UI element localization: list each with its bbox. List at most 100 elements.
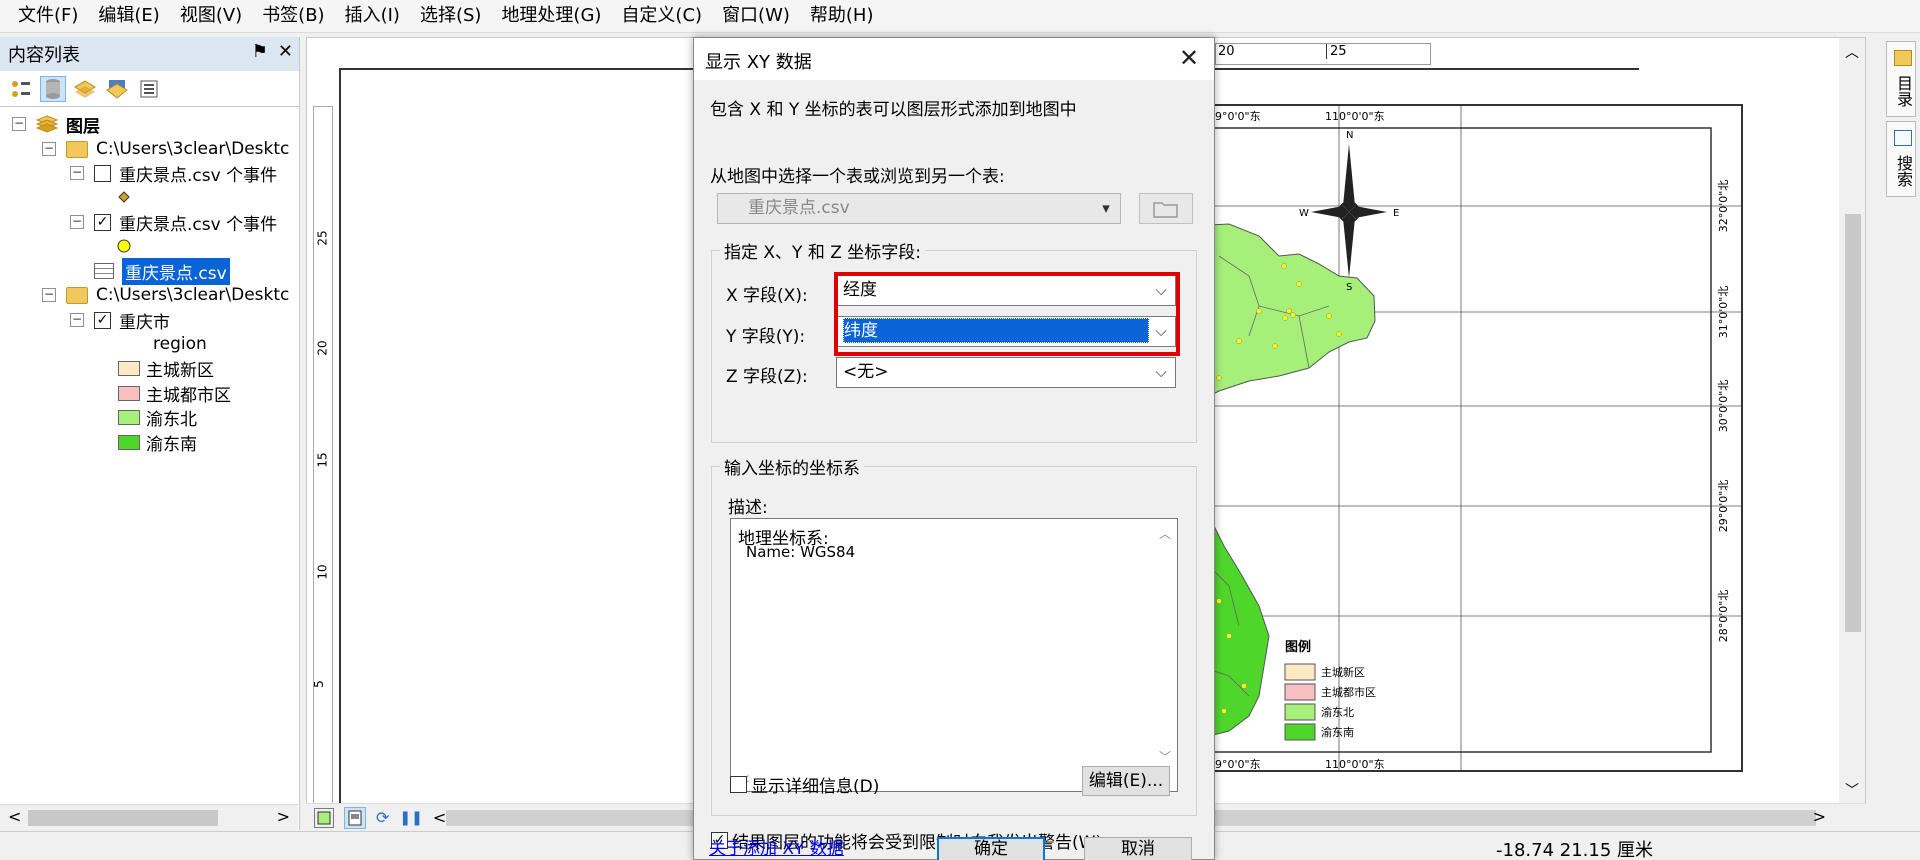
list-by-selection-icon[interactable] <box>104 76 130 102</box>
ruler-tick-label: 15 <box>315 452 330 468</box>
collapse-icon[interactable]: − <box>12 117 26 131</box>
list-by-drawing-order-icon[interactable] <box>8 76 34 102</box>
ruler-tick-label: 20 <box>1218 44 1235 59</box>
menu-edit[interactable]: 编辑(E) <box>88 1 169 31</box>
collapse-icon[interactable]: − <box>42 142 56 156</box>
z-field-combobox[interactable]: <无> ⌵ <box>836 357 1176 388</box>
map-legend-label: 渝东北 <box>1321 705 1354 719</box>
menu-insert[interactable]: 插入(I) <box>335 1 410 31</box>
tree-row-events-2[interactable]: − ✓ 重庆景点.csv 个事件 <box>70 209 277 235</box>
toc-title: 内容列表 <box>8 45 80 66</box>
point-symbol-diamond <box>118 184 130 210</box>
options-icon[interactable] <box>136 76 162 102</box>
legend-label: 渝东北 <box>146 409 197 430</box>
menu-selection[interactable]: 选择(S) <box>410 1 491 31</box>
ruler-tick-label: 5 <box>311 680 326 688</box>
toc-toolbar <box>0 71 299 107</box>
horizontal-ruler: 20 25 <box>1215 43 1431 65</box>
map-legend-label: 主城都市区 <box>1321 685 1376 699</box>
highlight-rectangle <box>834 272 1180 356</box>
scrollbar-thumb[interactable] <box>28 810 218 826</box>
status-coordinates: -18.74 21.15 厘米 <box>1496 840 1653 860</box>
display-xy-data-dialog: 显示 XY 数据 ✕ 包含 X 和 Y 坐标的表可以图层形式添加到地图中 从地图… <box>693 37 1215 860</box>
collapse-icon[interactable]: − <box>42 288 56 302</box>
scroll-right-icon[interactable]: > <box>277 807 290 826</box>
refresh-icon[interactable]: ⟳ <box>376 808 389 827</box>
tree-row-folder-2[interactable]: − C:\Users\3clear\Desktc <box>42 282 289 308</box>
pin-icon[interactable]: ⚑ <box>252 41 268 62</box>
z-field-value: <无> <box>843 362 889 382</box>
list-by-source-icon[interactable] <box>40 75 66 102</box>
lon-label-top-2: 110°0'0"东 <box>1325 110 1385 123</box>
collapse-icon[interactable]: − <box>70 313 84 327</box>
menu-help[interactable]: 帮助(H) <box>800 1 884 31</box>
close-icon[interactable]: ✕ <box>278 41 293 62</box>
toc-horizontal-scrollbar[interactable]: < > <box>0 804 298 830</box>
legend-label: 渝东南 <box>146 434 197 455</box>
collapse-icon[interactable]: − <box>70 166 84 180</box>
show-details-row[interactable]: 显示详细信息(D) <box>730 772 879 797</box>
layer-visibility-checkbox[interactable] <box>94 164 111 182</box>
scroll-up-icon[interactable]: ︿ <box>1159 525 1171 542</box>
tree-row-events-1[interactable]: − 重庆景点.csv 个事件 <box>70 160 277 186</box>
layers-icon <box>35 115 59 133</box>
scrollbar-thumb[interactable] <box>1845 214 1861 632</box>
intro-text: 包含 X 和 Y 坐标的表可以图层形式添加到地图中 <box>710 100 1077 120</box>
collapse-icon[interactable]: − <box>70 215 84 229</box>
layout-view-icon[interactable] <box>344 806 366 829</box>
map-frame[interactable]: 109°0'0"东 110°0'0"东 109°0'0"东 110°0'0"东 … <box>1187 104 1743 772</box>
menu-windows[interactable]: 窗口(W) <box>712 1 800 31</box>
edit-button[interactable]: 编辑(E)... <box>1082 766 1170 796</box>
tree-row-city[interactable]: − ✓ 重庆市 <box>70 307 170 333</box>
tree-row-folder-1[interactable]: − C:\Users\3clear\Desktc <box>42 136 289 162</box>
table-combobox[interactable]: 重庆景点.csv ▾ <box>717 193 1121 224</box>
map-legend-label: 渝东南 <box>1321 725 1354 739</box>
cancel-button[interactable]: 取消 <box>1084 837 1192 860</box>
menu-customize[interactable]: 自定义(C) <box>611 1 712 31</box>
menu-view[interactable]: 视图(V) <box>170 1 252 31</box>
layer-visibility-checkbox-checked[interactable]: ✓ <box>94 311 111 329</box>
legend-item-1: 主城新区 <box>118 355 214 381</box>
layer-visibility-checkbox-checked[interactable]: ✓ <box>94 213 111 231</box>
catalog-tab[interactable]: 目录 <box>1886 41 1916 117</box>
csv-table-label: 重庆景点.csv <box>122 257 230 285</box>
tree-row-layers[interactable]: − 图层 <box>12 111 100 137</box>
legend-swatch <box>118 360 140 376</box>
scroll-right-icon[interactable]: > <box>1813 807 1826 826</box>
search-tab[interactable]: 搜索 <box>1886 121 1916 197</box>
map-legend-title: 图例 <box>1285 639 1311 655</box>
browse-button[interactable] <box>1139 193 1193 224</box>
scroll-left-icon[interactable]: < <box>8 807 21 826</box>
layout-vertical-scrollbar[interactable]: ︿ ﹀ <box>1839 38 1865 808</box>
choose-table-label: 从地图中选择一个表或浏览到另一个表: <box>710 167 1005 187</box>
description-label: 描述: <box>728 498 768 518</box>
scroll-up-icon[interactable]: ︿ <box>1845 42 1859 62</box>
compass-s: S <box>1346 282 1352 293</box>
ok-button[interactable]: 确定 <box>937 837 1045 860</box>
dialog-title: 显示 XY 数据 <box>705 52 812 73</box>
legend-swatch <box>118 385 140 401</box>
lat-label: 30°0'0"北 <box>1717 380 1730 433</box>
pause-icon[interactable]: ❚❚ <box>399 810 422 826</box>
vertical-ruler: 25 20 15 10 5 <box>311 106 333 806</box>
menu-file[interactable]: 文件(F) <box>8 1 88 31</box>
legend-label: 主城新区 <box>146 360 214 381</box>
chevron-down-icon: ▾ <box>1102 199 1110 217</box>
description-textbox[interactable]: 地理坐标系: Name: WGS84 ︿ ﹀ < > <box>730 518 1178 792</box>
menu-geoprocessing[interactable]: 地理处理(G) <box>491 1 611 31</box>
list-by-visibility-icon[interactable] <box>72 76 98 102</box>
chongqing-map: 109°0'0"东 110°0'0"东 109°0'0"东 110°0'0"东 … <box>1189 106 1741 770</box>
scroll-left-icon[interactable]: < <box>433 808 446 827</box>
cs-group-title: 输入坐标的坐标系 <box>720 454 864 479</box>
tree-row-csv-table[interactable]: 重庆景点.csv <box>94 257 230 285</box>
table-of-contents-panel: 内容列表 ⚑ ✕ − 图层 − C:\Users\3clear\Desktc −… <box>0 37 300 830</box>
menu-bookmarks[interactable]: 书签(B) <box>252 1 334 31</box>
dialog-close-icon[interactable]: ✕ <box>1174 44 1204 74</box>
data-view-icon[interactable] <box>314 807 334 828</box>
scroll-down-icon[interactable]: ﹀ <box>1845 780 1859 800</box>
diamond-symbol-icon <box>118 191 130 203</box>
show-details-checkbox[interactable] <box>730 776 747 793</box>
about-xy-data-link[interactable]: 关于添加 XY 数据 <box>709 834 844 859</box>
scroll-down-icon[interactable]: ﹀ <box>1159 748 1171 765</box>
city-layer-label: 重庆市 <box>119 312 170 333</box>
